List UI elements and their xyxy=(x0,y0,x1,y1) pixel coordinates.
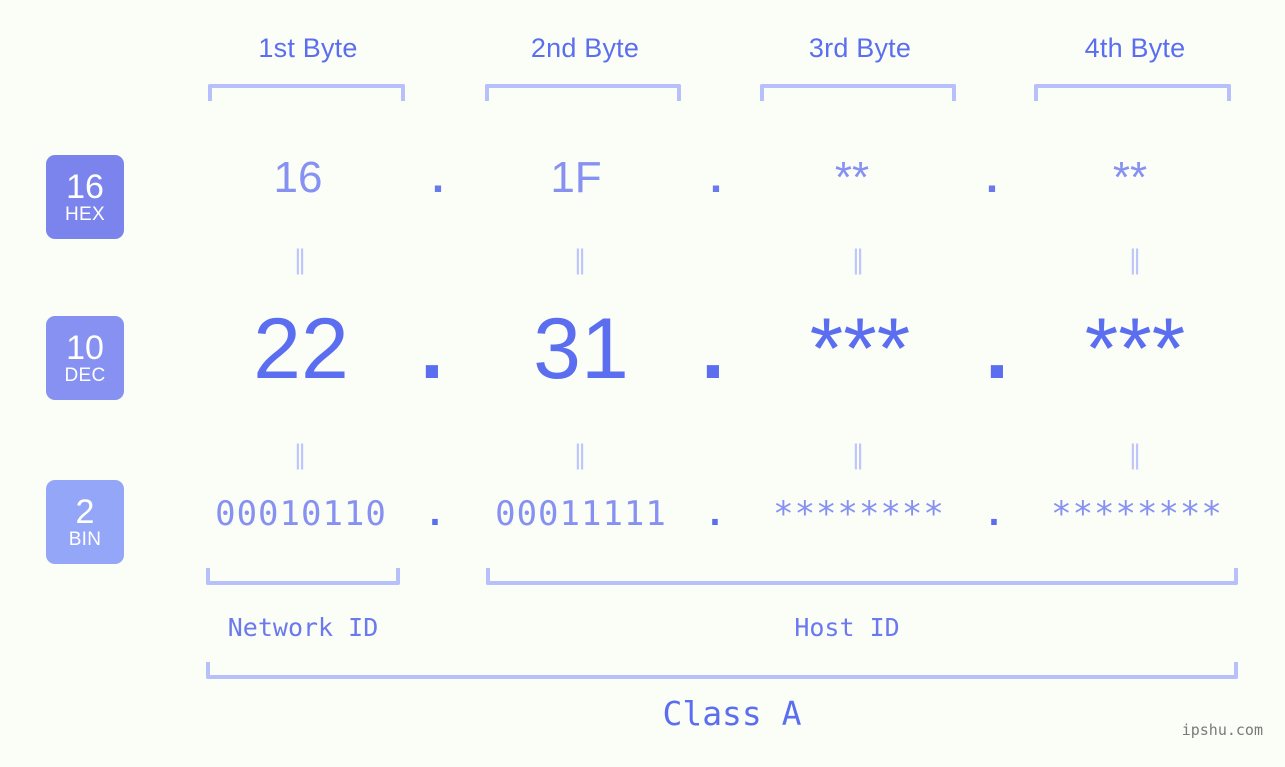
bin-separator-2: . xyxy=(704,494,726,534)
radix-badge-hex: 16 HEX xyxy=(46,155,124,239)
radix-badge-dec: 10 DEC xyxy=(46,316,124,400)
equivalence-mark-dec-bin-4: ‖ xyxy=(1128,440,1142,470)
hex-separator-2: . xyxy=(709,153,723,202)
radix-badge-dec-label: DEC xyxy=(64,365,106,386)
byte-bracket-3 xyxy=(760,84,956,101)
dec-separator-1: . xyxy=(420,301,444,397)
byte-bracket-2 xyxy=(485,84,681,101)
hex-byte-2: 1F xyxy=(550,153,602,202)
bin-byte-2: 00011111 xyxy=(495,494,667,534)
radix-badge-bin-label: BIN xyxy=(68,529,102,550)
dec-byte-4: *** xyxy=(1084,301,1186,397)
byte-bracket-1 xyxy=(208,84,405,101)
class-bracket xyxy=(206,662,1238,679)
hex-separator-1: . xyxy=(431,153,445,202)
dec-separator-2: . xyxy=(701,301,725,397)
bin-byte-3: ******** xyxy=(773,494,945,534)
radix-badge-bin-number: 2 xyxy=(75,493,95,531)
equivalence-mark-dec-bin-2: ‖ xyxy=(573,440,587,470)
radix-badge-bin: 2 BIN xyxy=(46,480,124,564)
host-id-label: Host ID xyxy=(794,613,900,642)
bin-byte-4: ******** xyxy=(1051,494,1223,534)
hex-separator-3: . xyxy=(985,153,999,202)
dec-byte-1: 22 xyxy=(253,301,349,397)
byte-header-2: 2nd Byte xyxy=(530,33,640,63)
equivalence-mark-hex-dec-4: ‖ xyxy=(1128,245,1142,275)
network-id-bracket xyxy=(206,568,400,585)
byte-bracket-4 xyxy=(1034,84,1231,101)
ip-address-breakdown-diagram: 1st Byte 2nd Byte 3rd Byte 4th Byte 16 H… xyxy=(0,0,1285,767)
bin-byte-1: 00010110 xyxy=(215,494,387,534)
bin-separator-1: . xyxy=(424,494,446,534)
byte-header-4: 4th Byte xyxy=(1084,33,1186,63)
hex-byte-4: ** xyxy=(1112,153,1148,202)
bin-separator-3: . xyxy=(983,494,1005,534)
class-label: Class A xyxy=(662,694,802,733)
equivalence-mark-hex-dec-1: ‖ xyxy=(293,245,307,275)
site-watermark: ipshu.com xyxy=(1181,721,1263,739)
equivalence-mark-hex-dec-2: ‖ xyxy=(573,245,587,275)
hex-byte-1: 16 xyxy=(273,153,323,202)
host-id-bracket xyxy=(486,568,1238,585)
hex-byte-3: ** xyxy=(834,153,870,202)
equivalence-mark-hex-dec-3: ‖ xyxy=(851,245,865,275)
radix-badge-hex-label: HEX xyxy=(65,204,105,225)
dec-byte-2: 31 xyxy=(533,301,629,397)
network-id-label: Network ID xyxy=(227,613,379,642)
dec-byte-3: *** xyxy=(809,301,911,397)
equivalence-mark-dec-bin-1: ‖ xyxy=(293,440,307,470)
byte-header-1: 1st Byte xyxy=(258,33,358,63)
dec-separator-3: . xyxy=(985,301,1009,397)
radix-badge-dec-number: 10 xyxy=(66,329,104,367)
byte-header-3: 3rd Byte xyxy=(808,33,912,63)
equivalence-mark-dec-bin-3: ‖ xyxy=(851,440,865,470)
radix-badge-hex-number: 16 xyxy=(66,168,104,206)
